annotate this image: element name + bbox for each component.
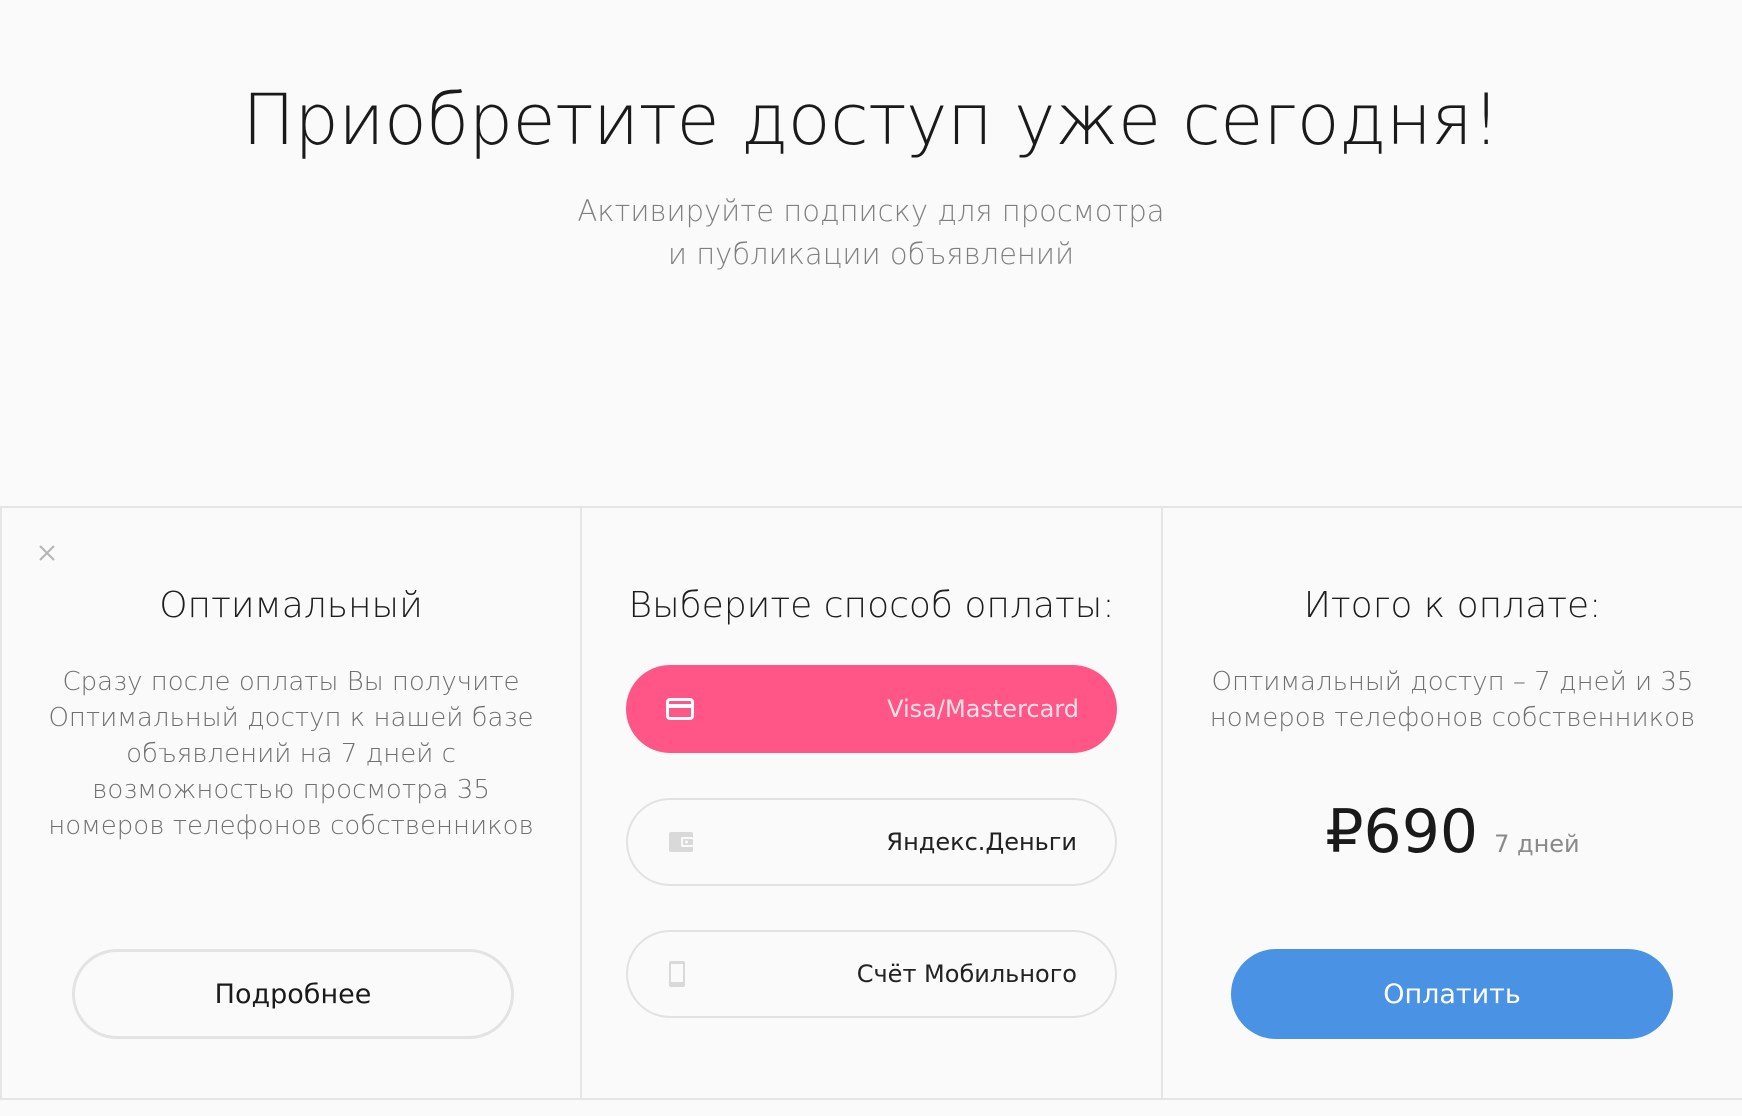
payment-page: Приобретите доступ уже сегодня! Активиру… [0, 0, 1742, 1116]
price-row: ₽690 7 дней [1163, 792, 1742, 872]
payment-option-label: Счёт Мобильного [856, 960, 1077, 988]
plan-title: Оптимальный [159, 585, 423, 626]
checkout-panels: Оптимальный Сразу после оплаты Вы получи… [0, 506, 1742, 1100]
price-period: 7 дней [1494, 830, 1580, 858]
payment-option-yandex-money[interactable]: Яндекс.Деньги [626, 798, 1117, 886]
wallet-icon [668, 830, 694, 854]
payment-option-label: Яндекс.Деньги [886, 828, 1077, 856]
page-title: Приобретите доступ уже сегодня! [242, 79, 1500, 161]
payment-option-label: Visa/Mastercard [887, 695, 1079, 723]
payment-option-visa-mastercard[interactable]: Visa/Mastercard [626, 665, 1117, 753]
details-button[interactable]: Подробнее [72, 949, 514, 1039]
page-subtitle-line-1: Активируйте подписку для просмотра [577, 194, 1165, 228]
price-value: ₽690 [1325, 797, 1479, 867]
payment-method-panel: Выберите способ оплаты: Visa/Mastercard [582, 508, 1163, 1098]
page-subtitle-line-2: и публикации объявлений [667, 237, 1075, 271]
payment-method-title: Выберите способ оплаты: [628, 585, 1115, 626]
credit-card-icon [666, 698, 694, 720]
summary-panel: Итого к оплате: Оптимальный доступ – 7 д… [1163, 508, 1742, 1098]
plan-panel: Оптимальный Сразу после оплаты Вы получи… [0, 508, 582, 1098]
page-subtitle: Активируйте подписку для просмотра и пуб… [0, 190, 1742, 276]
payment-option-mobile-account[interactable]: Счёт Мобильного [626, 930, 1117, 1018]
plan-description: Сразу после оплаты Вы получите Оптимальн… [48, 667, 534, 841]
pay-button[interactable]: Оплатить [1231, 949, 1673, 1039]
summary-description: Оптимальный доступ – 7 дней и 35 номеров… [1209, 667, 1696, 733]
summary-title: Итого к оплате: [1303, 585, 1602, 626]
close-icon[interactable] [36, 542, 58, 564]
mobile-phone-icon [668, 960, 686, 988]
